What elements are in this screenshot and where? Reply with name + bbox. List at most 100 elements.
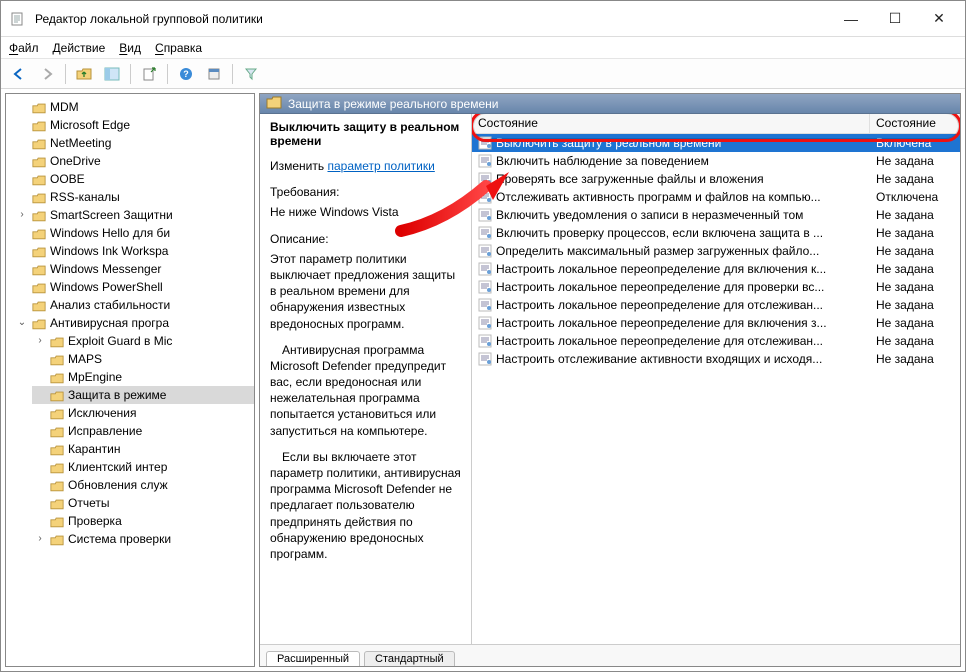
tree-item[interactable]: ›Windows PowerShell xyxy=(14,278,254,296)
tree-item[interactable]: ›NetMeeting xyxy=(14,134,254,152)
tree-item[interactable]: ›Обновления служ xyxy=(32,476,254,494)
toolbar-separator xyxy=(167,64,168,84)
tree-item[interactable]: ›MAPS xyxy=(32,350,254,368)
setting-state-cell: Не задана xyxy=(870,334,960,348)
folder-icon xyxy=(50,515,64,527)
tree-item[interactable]: › SmartScreen Защитни xyxy=(14,206,254,224)
folder-icon xyxy=(32,191,46,203)
caret-right-icon[interactable]: › xyxy=(34,332,46,350)
menu-action[interactable]: Действие xyxy=(53,41,106,55)
tree-item[interactable]: ›OneDrive xyxy=(14,152,254,170)
tree-item-label: OOBE xyxy=(50,170,85,188)
export-button[interactable] xyxy=(137,62,161,86)
tree-item[interactable]: ›Защита в режиме xyxy=(32,386,254,404)
setting-row[interactable]: Включить уведомления о записи в неразмеч… xyxy=(472,206,960,224)
tree-item[interactable]: ›Exploit Guard в Miс xyxy=(32,332,254,350)
edit-label: Изменить xyxy=(270,159,324,173)
window-buttons: — ☐ ✕ xyxy=(829,4,961,34)
folder-icon xyxy=(32,155,46,167)
body: ›MDM›Microsoft Edge›NetMeeting›OneDrive›… xyxy=(1,89,965,671)
setting-row[interactable]: Настроить отслеживание активности входящ… xyxy=(472,350,960,368)
tree-item[interactable]: ›Windows Hello для би xyxy=(14,224,254,242)
column-name[interactable]: Состояние xyxy=(472,114,870,133)
policy-icon xyxy=(478,298,492,312)
folder-icon xyxy=(50,533,64,545)
tree-item-label: Обновления служ xyxy=(68,476,168,494)
policy-icon xyxy=(478,190,492,204)
tree-item[interactable]: ›Система проверки xyxy=(32,530,254,548)
back-button[interactable] xyxy=(7,62,31,86)
description-p2: Антивирусная программа Microsoft Defende… xyxy=(270,342,461,439)
folder-icon xyxy=(50,497,64,509)
caret-right-icon[interactable]: › xyxy=(34,530,46,548)
setting-name: Проверять все загруженные файлы и вложен… xyxy=(496,172,764,186)
up-folder-button[interactable] xyxy=(72,62,96,86)
tree-item-label: SmartScreen Защитни xyxy=(50,206,173,224)
setting-state-cell: Не задана xyxy=(870,352,960,366)
menu-file[interactable]: Файл xyxy=(9,41,39,55)
policy-icon xyxy=(478,136,492,150)
setting-row[interactable]: Настроить локальное переопределение для … xyxy=(472,278,960,296)
tree-item[interactable]: ›MpEngine xyxy=(32,368,254,386)
minimize-button[interactable]: — xyxy=(829,4,873,34)
tree-item[interactable]: ›Проверка xyxy=(32,512,254,530)
tree-item[interactable]: ›Клиентский интер xyxy=(32,458,254,476)
tree-item-label: Отчеты xyxy=(68,494,109,512)
folder-icon xyxy=(32,101,46,113)
setting-name: Определить максимальный размер загруженн… xyxy=(496,244,819,258)
setting-name: Настроить отслеживание активности входящ… xyxy=(496,352,822,366)
setting-row[interactable]: Определить максимальный размер загруженн… xyxy=(472,242,960,260)
setting-row[interactable]: Настроить локальное переопределение для … xyxy=(472,260,960,278)
setting-row[interactable]: Проверять все загруженные файлы и вложен… xyxy=(472,170,960,188)
list-pane: Состояние Состояние Выключить защиту в р… xyxy=(472,114,960,644)
help-button[interactable]: ? xyxy=(174,62,198,86)
setting-row[interactable]: Включить наблюдение за поведениемНе зада… xyxy=(472,152,960,170)
content-pane: Защита в режиме реального времени Выключ… xyxy=(259,93,961,667)
setting-row[interactable]: Включить проверку процессов, если включе… xyxy=(472,224,960,242)
setting-name: Включить уведомления о записи в неразмеч… xyxy=(496,208,803,222)
folder-icon xyxy=(32,119,46,131)
tree-item[interactable]: ›OOBE xyxy=(14,170,254,188)
edit-policy-link[interactable]: параметр политики xyxy=(327,159,434,173)
tab-standard[interactable]: Стандартный xyxy=(364,651,455,667)
setting-state-cell: Включена xyxy=(870,136,960,150)
setting-row[interactable]: Выключить защиту в реальном времениВключ… xyxy=(472,134,960,152)
tree-item[interactable]: ›Отчеты xyxy=(32,494,254,512)
policy-icon xyxy=(478,334,492,348)
properties-button[interactable] xyxy=(202,62,226,86)
tree-item[interactable]: ›Windows Messenger xyxy=(14,260,254,278)
menu-help[interactable]: Справка xyxy=(155,41,202,55)
column-state[interactable]: Состояние xyxy=(870,114,960,133)
tree-item[interactable]: ›Анализ стабильности xyxy=(14,296,254,314)
tree-item[interactable]: ›Исправление xyxy=(32,422,254,440)
setting-row[interactable]: Настроить локальное переопределение для … xyxy=(472,296,960,314)
setting-name-cell: Настроить локальное переопределение для … xyxy=(472,280,870,294)
tab-extended[interactable]: Расширенный xyxy=(266,651,360,667)
setting-row[interactable]: Отслеживать активность программ и файлов… xyxy=(472,188,960,206)
filter-button[interactable] xyxy=(239,62,263,86)
tree-item[interactable]: ⌄Антивирусная програ xyxy=(14,314,254,332)
close-button[interactable]: ✕ xyxy=(917,4,961,34)
setting-name: Включить проверку процессов, если включе… xyxy=(496,226,823,240)
forward-button[interactable] xyxy=(35,62,59,86)
tree-item[interactable]: ›Карантин xyxy=(32,440,254,458)
list-header: Состояние Состояние xyxy=(472,114,960,134)
tree-item[interactable]: ›Исключения xyxy=(32,404,254,422)
setting-name-cell: Настроить локальное переопределение для … xyxy=(472,334,870,348)
tree-item[interactable]: ›Windows Ink Workspa xyxy=(14,242,254,260)
tree-item[interactable]: ›Microsoft Edge xyxy=(14,116,254,134)
tree-pane[interactable]: ›MDM›Microsoft Edge›NetMeeting›OneDrive›… xyxy=(5,93,255,667)
caret-down-icon[interactable]: ⌄ xyxy=(16,314,28,332)
setting-title: Выключить защиту в реальном времени xyxy=(270,120,461,148)
menu-view[interactable]: Вид xyxy=(119,41,141,55)
maximize-button[interactable]: ☐ xyxy=(873,4,917,34)
tree-item[interactable]: ›RSS-каналы xyxy=(14,188,254,206)
setting-row[interactable]: Настроить локальное переопределение для … xyxy=(472,314,960,332)
setting-state-cell: Не задана xyxy=(870,154,960,168)
setting-row[interactable]: Настроить локальное переопределение для … xyxy=(472,332,960,350)
show-hide-tree-button[interactable] xyxy=(100,62,124,86)
caret-right-icon[interactable]: › xyxy=(16,206,28,224)
list-rows[interactable]: Выключить защиту в реальном времениВключ… xyxy=(472,134,960,644)
setting-name-cell: Проверять все загруженные файлы и вложен… xyxy=(472,172,870,186)
tree-item[interactable]: ›MDM xyxy=(14,98,254,116)
